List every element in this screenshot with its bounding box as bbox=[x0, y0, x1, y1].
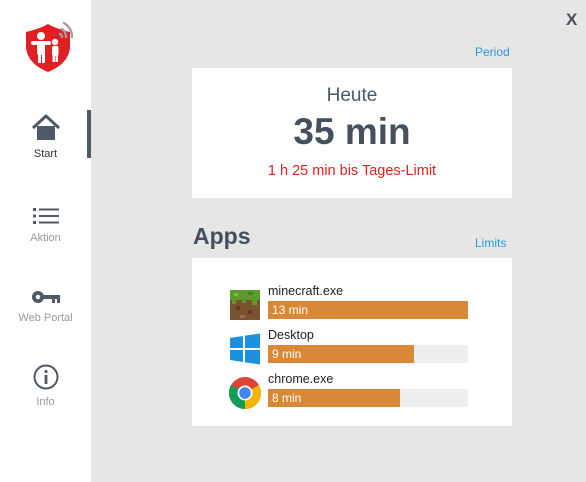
sidebar: Start Aktion Web Portal Info bbox=[0, 0, 91, 482]
today-card: Heute 35 min 1 h 25 min bis Tages-Limit bbox=[192, 68, 512, 198]
nav-label-info: Info bbox=[36, 396, 55, 408]
today-title: Heute bbox=[326, 85, 378, 106]
apps-card: minecraft.exe 13 min Desktop 9 min chrom… bbox=[192, 258, 512, 426]
chrome-icon bbox=[228, 377, 262, 410]
apps-heading: Apps bbox=[193, 223, 251, 249]
usage-time: 9 min bbox=[272, 347, 302, 361]
nav-item-info[interactable]: Info bbox=[0, 364, 91, 408]
app-name: chrome.exe bbox=[268, 372, 334, 386]
remaining-limit-text: 1 h 25 min bis Tages-Limit bbox=[267, 163, 437, 179]
active-nav-indicator bbox=[87, 110, 91, 158]
nav-item-aktion[interactable]: Aktion bbox=[0, 206, 91, 244]
app-name: Desktop bbox=[268, 328, 314, 342]
limits-link[interactable]: Limits bbox=[475, 236, 506, 250]
app-row-chrome: chrome.exe 8 min bbox=[228, 372, 478, 412]
app-row-minecraft: minecraft.exe 13 min bbox=[228, 284, 478, 324]
nav-label-web-portal: Web Portal bbox=[18, 312, 73, 324]
app-logo-icon bbox=[26, 21, 74, 72]
usage-time: 13 min bbox=[272, 303, 309, 317]
usage-bar: 13 min bbox=[268, 301, 468, 319]
today-usage-value: 35 min bbox=[293, 111, 411, 152]
app-name: minecraft.exe bbox=[268, 284, 344, 298]
home-icon bbox=[31, 114, 60, 140]
nav-label-aktion: Aktion bbox=[30, 232, 61, 244]
list-icon bbox=[32, 208, 59, 224]
usage-bar: 8 min bbox=[268, 389, 468, 407]
minecraft-icon bbox=[230, 290, 260, 320]
app-row-desktop: Desktop 9 min bbox=[228, 328, 478, 368]
nav-item-web-portal[interactable]: Web Portal bbox=[0, 288, 91, 324]
nav-item-start[interactable]: Start bbox=[0, 114, 91, 160]
info-icon bbox=[33, 364, 58, 390]
usage-bar: 9 min bbox=[268, 345, 468, 363]
nav-label-start: Start bbox=[33, 148, 58, 160]
key-icon bbox=[31, 291, 60, 303]
usage-time: 8 min bbox=[272, 391, 302, 405]
close-button[interactable]: X bbox=[566, 10, 577, 30]
windows-icon bbox=[230, 333, 260, 365]
period-link[interactable]: Period bbox=[475, 45, 510, 59]
